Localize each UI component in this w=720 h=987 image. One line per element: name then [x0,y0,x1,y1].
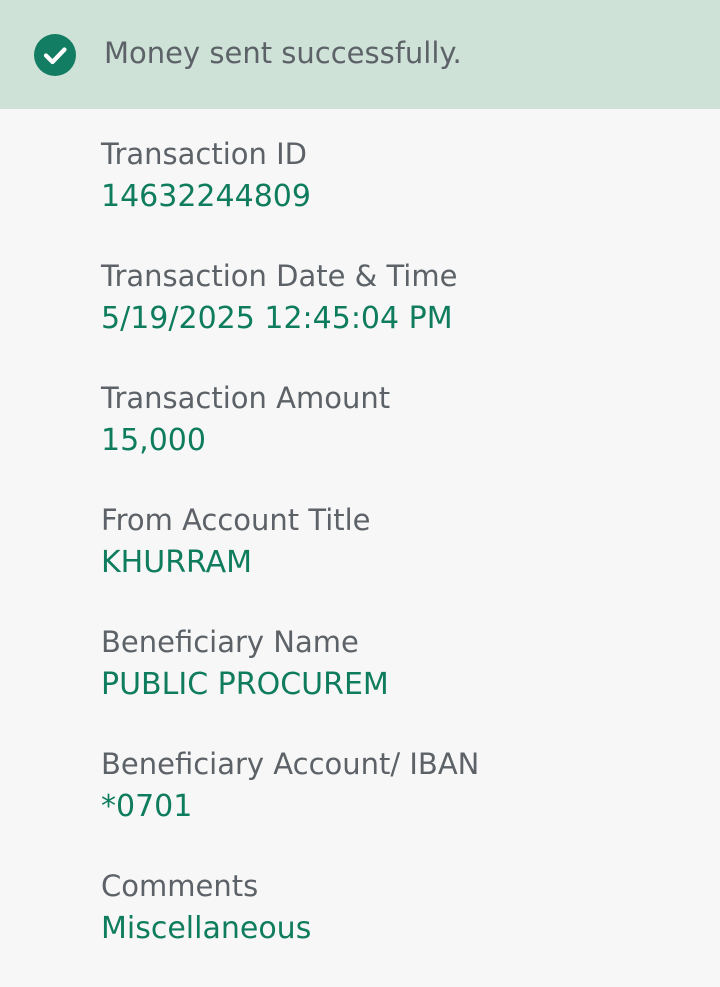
detail-from-account-title: From Account Title KHURRAM [101,499,701,621]
detail-value: PUBLIC PROCUREM [101,667,389,702]
detail-value: *0701 [101,789,193,824]
detail-comments: Comments Miscellaneous [101,865,701,987]
detail-label: Transaction Amount [101,381,391,415]
transaction-details: Transaction ID 14632244809 Transaction D… [101,133,701,987]
detail-transaction-id: Transaction ID 14632244809 [101,133,701,255]
detail-beneficiary-name: Beneficiary Name PUBLIC PROCUREM [101,621,701,743]
detail-value: Miscellaneous [101,911,312,946]
detail-beneficiary-account: Beneficiary Account/ IBAN *0701 [101,743,701,865]
detail-label: Beneficiary Name [101,625,359,659]
detail-label: From Account Title [101,503,371,537]
detail-transaction-date-time: Transaction Date & Time 5/19/2025 12:45:… [101,255,701,377]
detail-value: KHURRAM [101,545,253,580]
detail-value: 15,000 [101,423,206,458]
detail-label: Transaction ID [101,137,308,171]
detail-value: 14632244809 [101,179,311,214]
success-banner: Money sent successfully. [0,0,720,109]
detail-label: Transaction Date & Time [101,259,458,293]
check-circle-icon [34,34,76,76]
detail-label: Beneficiary Account/ IBAN [101,747,480,781]
detail-transaction-amount: Transaction Amount 15,000 [101,377,701,499]
detail-value: 5/19/2025 12:45:04 PM [101,301,453,336]
detail-label: Comments [101,869,259,903]
success-message: Money sent successfully. [104,36,462,70]
